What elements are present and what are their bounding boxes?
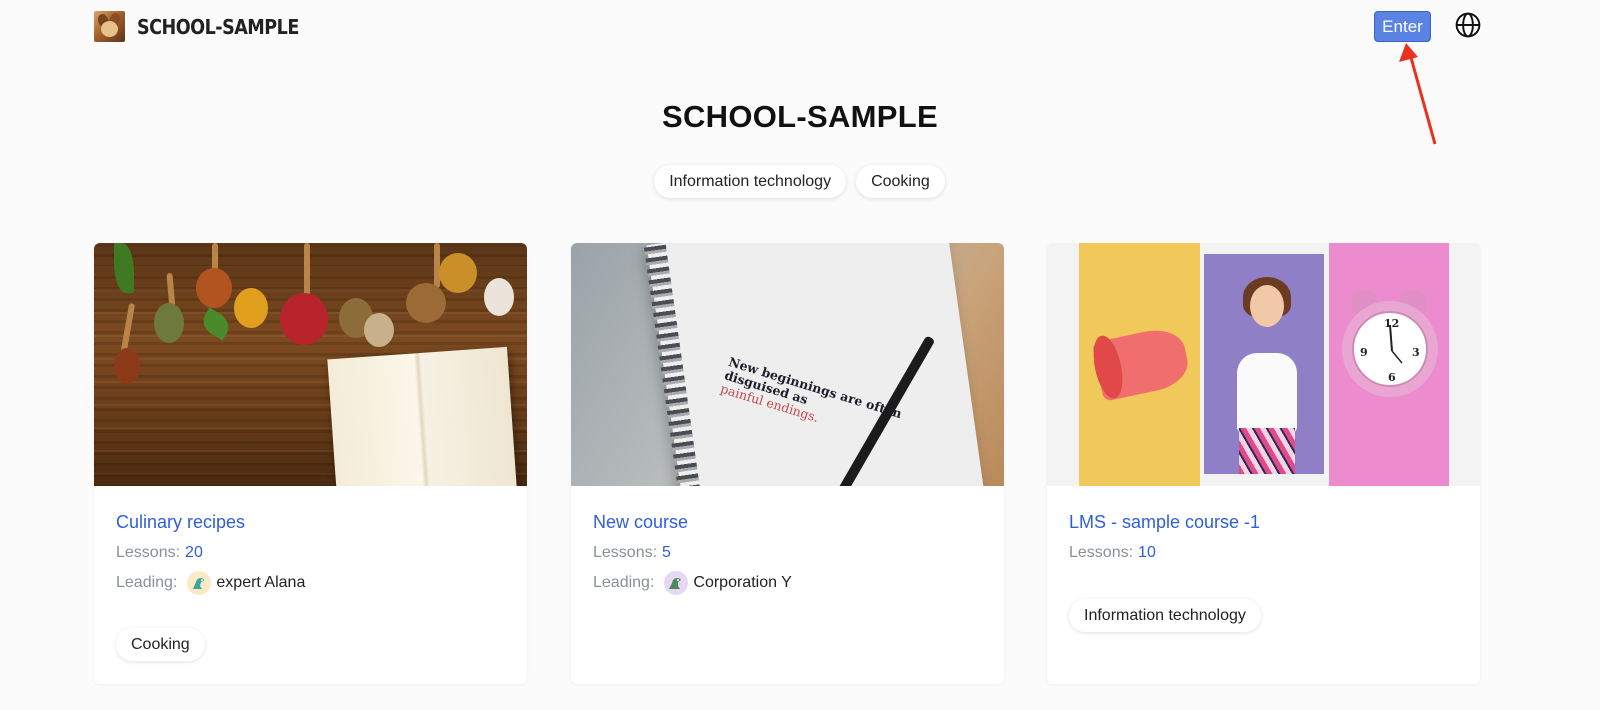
megaphone-woman-clock-collage: 12 3 6 9	[1047, 243, 1480, 486]
globe-icon[interactable]	[1455, 12, 1481, 38]
category-tag-information-technology[interactable]: Information technology	[654, 165, 847, 198]
lessons-count-row: Lessons: 10	[1069, 544, 1156, 562]
dinosaur-avatar	[664, 571, 689, 595]
leader-name[interactable]: Corporation Y	[693, 574, 791, 592]
course-title-link[interactable]: New course	[593, 512, 688, 533]
top-header: SCHOOL-SAMPLE	[94, 10, 1450, 44]
lessons-label: Lessons:	[1069, 544, 1134, 561]
spices-and-notebook-image	[94, 243, 527, 486]
leader-name[interactable]: expert Alana	[216, 574, 305, 592]
lessons-label: Lessons:	[593, 544, 658, 561]
course-tag-cooking[interactable]: Cooking	[116, 628, 205, 661]
course-card-new-course[interactable]: New beginnings are often disguised as pa…	[571, 243, 1004, 684]
lessons-label: Lessons:	[116, 544, 181, 561]
category-tag-cooking[interactable]: Cooking	[856, 165, 945, 198]
leading-row: Leading: Corporation Y	[593, 571, 792, 595]
course-title-link[interactable]: LMS - sample course -1	[1069, 512, 1260, 533]
lessons-count: 10	[1138, 544, 1156, 561]
course-card-culinary-recipes[interactable]: Culinary recipes Lessons: 20 Leading: ex…	[94, 243, 527, 684]
lessons-count-row: Lessons: 20	[116, 544, 203, 562]
lessons-count-row: Lessons: 5	[593, 544, 671, 562]
leading-row: Leading: expert Alana	[116, 571, 305, 595]
page-title: SCHOOL-SAMPLE	[661, 99, 938, 134]
category-filter: Information technology Cooking	[0, 165, 1600, 198]
brand-name: SCHOOL-SAMPLE	[137, 14, 299, 39]
leading-label: Leading:	[593, 574, 655, 591]
lessons-count: 20	[185, 544, 203, 561]
brand-link[interactable]: SCHOOL-SAMPLE	[94, 11, 321, 42]
notebook-quote-image: New beginnings are often disguised as pa…	[571, 243, 1004, 486]
school-logo	[94, 11, 125, 42]
course-tag-information-technology[interactable]: Information technology	[1069, 599, 1261, 632]
leading-label: Leading:	[116, 574, 178, 591]
course-card-lms-sample-course[interactable]: 12 3 6 9 LMS - sample course -1 Lessons:…	[1047, 243, 1480, 684]
course-title-link[interactable]: Culinary recipes	[116, 512, 245, 533]
enter-button[interactable]: Enter	[1374, 11, 1431, 42]
lessons-count: 5	[662, 544, 671, 561]
dinosaur-avatar	[187, 571, 212, 595]
